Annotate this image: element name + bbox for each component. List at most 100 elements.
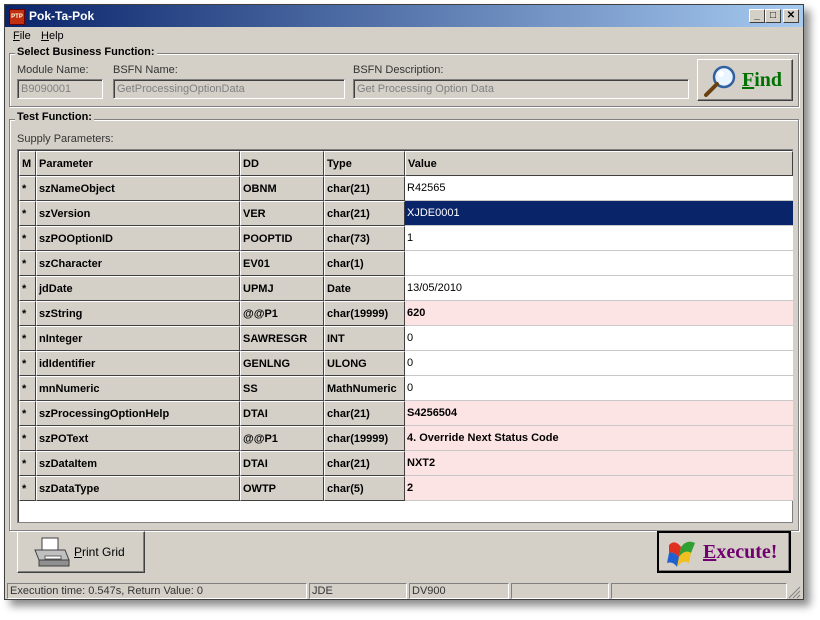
grid-header-parameter[interactable]: Parameter: [36, 151, 240, 176]
cell-parameter: mnNumeric: [36, 376, 240, 401]
magnifier-icon: [704, 65, 736, 97]
cell-dd: @@P1: [240, 426, 324, 451]
print-grid-button[interactable]: Print Grid: [17, 531, 145, 573]
cell-parameter: szNameObject: [36, 176, 240, 201]
cell-dd: OBNM: [240, 176, 324, 201]
close-button[interactable]: ✕: [783, 9, 799, 23]
cell-parameter: jdDate: [36, 276, 240, 301]
supply-parameters-label: Supply Parameters:: [17, 133, 114, 145]
cell-parameter: szVersion: [36, 201, 240, 226]
module-name-label: Module Name:: [17, 64, 89, 76]
menu-help[interactable]: Help: [41, 30, 64, 42]
cell-type: char(19999): [324, 301, 405, 326]
cell-value[interactable]: 0: [405, 326, 793, 351]
cell-dd: DTAI: [240, 451, 324, 476]
execute-button[interactable]: Execute!: [657, 531, 791, 573]
cell-parameter: szString: [36, 301, 240, 326]
find-button[interactable]: Find: [697, 59, 793, 101]
bsfn-description-field[interactable]: Get Processing Option Data: [353, 79, 689, 99]
cell-m: *: [19, 376, 36, 401]
cell-parameter: nInteger: [36, 326, 240, 351]
cell-dd: @@P1: [240, 301, 324, 326]
cell-type: char(19999): [324, 426, 405, 451]
maximize-button[interactable]: □: [765, 9, 781, 23]
cell-value[interactable]: 2: [405, 476, 793, 501]
cell-dd: OWTP: [240, 476, 324, 501]
cell-value[interactable]: 620: [405, 301, 793, 326]
cell-value[interactable]: 13/05/2010: [405, 276, 793, 301]
cell-value[interactable]: R42565: [405, 176, 793, 201]
minimize-icon: _: [754, 10, 760, 21]
cell-type: Date: [324, 276, 405, 301]
minimize-button[interactable]: _: [749, 9, 765, 23]
cell-m: *: [19, 351, 36, 376]
cell-m: *: [19, 251, 36, 276]
cell-dd: SS: [240, 376, 324, 401]
close-icon: ✕: [786, 10, 796, 21]
cell-type: char(73): [324, 226, 405, 251]
grid-header-type[interactable]: Type: [324, 151, 405, 176]
cell-type: char(21): [324, 401, 405, 426]
printer-icon: [34, 537, 70, 567]
cell-value[interactable]: NXT2: [405, 451, 793, 476]
cell-parameter: szPOText: [36, 426, 240, 451]
cell-m: *: [19, 401, 36, 426]
bsfn-description-label: BSFN Description:: [353, 64, 444, 76]
status-panel-5: [611, 583, 787, 599]
cell-m: *: [19, 326, 36, 351]
print-grid-button-label: Print Grid: [74, 545, 125, 559]
cell-parameter: idIdentifier: [36, 351, 240, 376]
grid-header-value[interactable]: Value: [405, 151, 793, 176]
cell-type: ULONG: [324, 351, 405, 376]
cell-value[interactable]: 1: [405, 226, 793, 251]
cell-type: char(5): [324, 476, 405, 501]
find-button-label: Find: [742, 69, 783, 91]
bsfn-name-label: BSFN Name:: [113, 64, 178, 76]
menu-file[interactable]: File: [13, 30, 31, 42]
cell-type: char(21): [324, 176, 405, 201]
cell-type: char(21): [324, 201, 405, 226]
status-bar: Execution time: 0.547s, Return Value: 0 …: [5, 581, 803, 599]
status-execution-time: Execution time: 0.547s, Return Value: 0: [7, 583, 307, 599]
status-panel-4: [511, 583, 609, 599]
cell-parameter: szDataType: [36, 476, 240, 501]
cell-parameter: szDataItem: [36, 451, 240, 476]
cell-m: *: [19, 176, 36, 201]
cell-value[interactable]: [405, 251, 793, 276]
cell-value[interactable]: 0: [405, 351, 793, 376]
cell-type: char(21): [324, 451, 405, 476]
cell-dd: SAWRESGR: [240, 326, 324, 351]
bsfn-name-field[interactable]: GetProcessingOptionData: [113, 79, 345, 99]
execute-logo-icon: [667, 541, 695, 567]
module-name-field[interactable]: B9090001: [17, 79, 103, 99]
cell-value[interactable]: 0: [405, 376, 793, 401]
menu-bar: File Help: [5, 27, 803, 45]
app-icon[interactable]: PTP: [9, 9, 25, 25]
cell-value[interactable]: S4256504: [405, 401, 793, 426]
cell-dd: GENLNG: [240, 351, 324, 376]
status-pathcode: DV900: [409, 583, 509, 599]
cell-parameter: szPOOptionID: [36, 226, 240, 251]
test-function-group-label: Test Function:: [15, 111, 94, 123]
cell-type: MathNumeric: [324, 376, 405, 401]
cell-m: *: [19, 451, 36, 476]
cell-dd: UPMJ: [240, 276, 324, 301]
cell-parameter: szCharacter: [36, 251, 240, 276]
grid-header-m[interactable]: M: [19, 151, 36, 176]
cell-m: *: [19, 476, 36, 501]
cell-m: *: [19, 276, 36, 301]
cell-m: *: [19, 201, 36, 226]
cell-dd: DTAI: [240, 401, 324, 426]
cell-m: *: [19, 226, 36, 251]
cell-parameter: szProcessingOptionHelp: [36, 401, 240, 426]
parameters-grid[interactable]: M Parameter DD Type Value * szNameObject OBNM c…: [17, 149, 793, 523]
window-title: Pok-Ta-Pok: [29, 9, 95, 23]
resize-grip-icon[interactable]: [787, 585, 801, 599]
cell-value[interactable]: XJDE0001: [405, 201, 793, 226]
cell-type: INT: [324, 326, 405, 351]
grid-header-dd[interactable]: DD: [240, 151, 324, 176]
execute-button-label: Execute!: [703, 541, 778, 563]
title-bar[interactable]: PTP Pok-Ta-Pok _ □ ✕: [5, 5, 803, 27]
cell-value[interactable]: 4. Override Next Status Code: [405, 426, 793, 451]
cell-dd: POOPTID: [240, 226, 324, 251]
